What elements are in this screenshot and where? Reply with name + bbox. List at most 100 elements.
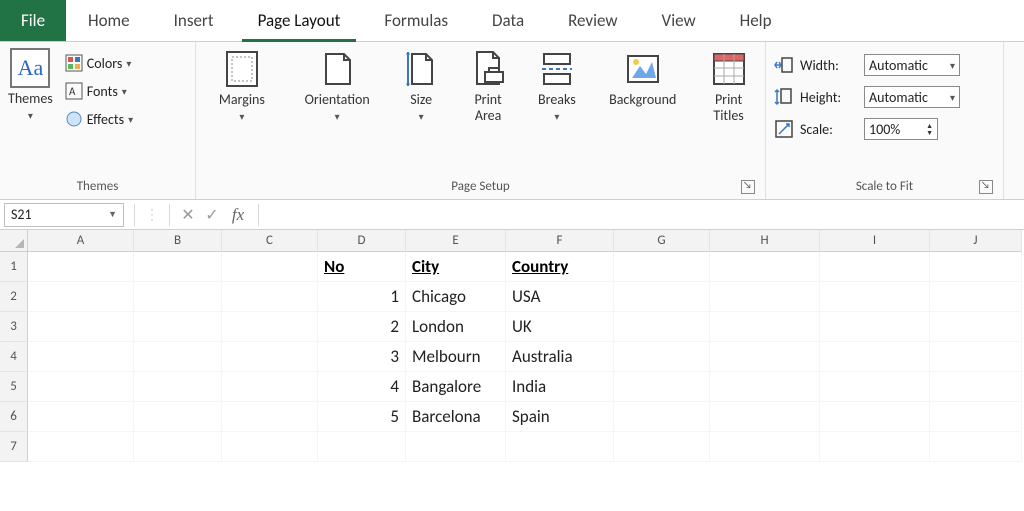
cell[interactable]: [28, 252, 134, 282]
cell[interactable]: [820, 402, 930, 432]
tab-page-layout[interactable]: Page Layout: [236, 0, 363, 41]
cell[interactable]: [222, 252, 318, 282]
cell[interactable]: [614, 312, 710, 342]
tab-file[interactable]: File: [0, 0, 66, 41]
cell[interactable]: Melbourn: [406, 342, 506, 372]
cell[interactable]: [28, 282, 134, 312]
cell[interactable]: [930, 312, 1022, 342]
column-header[interactable]: A: [28, 230, 134, 252]
cell[interactable]: [930, 432, 1022, 462]
cell[interactable]: UK: [506, 312, 614, 342]
cell[interactable]: [710, 252, 820, 282]
cell[interactable]: [28, 342, 134, 372]
cell[interactable]: [222, 402, 318, 432]
effects-dropdown[interactable]: Effects ▾: [65, 106, 133, 132]
scale-to-fit-launcher[interactable]: [979, 180, 993, 194]
cell[interactable]: [134, 342, 222, 372]
cell[interactable]: USA: [506, 282, 614, 312]
column-header[interactable]: F: [506, 230, 614, 252]
column-header[interactable]: B: [134, 230, 222, 252]
margins-button[interactable]: Margins ▾: [204, 48, 280, 123]
tab-data[interactable]: Data: [470, 0, 546, 41]
tab-review[interactable]: Review: [546, 0, 639, 41]
cell[interactable]: Chicago: [406, 282, 506, 312]
column-header[interactable]: D: [318, 230, 406, 252]
cell[interactable]: [614, 432, 710, 462]
row-header[interactable]: 4: [0, 342, 28, 372]
cell[interactable]: [614, 372, 710, 402]
fonts-dropdown[interactable]: A Fonts ▾: [65, 78, 133, 104]
cell[interactable]: [710, 372, 820, 402]
print-titles-button[interactable]: Print Titles: [700, 48, 757, 124]
size-button[interactable]: Size ▾: [395, 48, 448, 123]
column-header[interactable]: G: [614, 230, 710, 252]
themes-button[interactable]: Aa Themes ▾: [8, 48, 53, 122]
cell[interactable]: [406, 432, 506, 462]
cell[interactable]: [134, 312, 222, 342]
cell[interactable]: [710, 432, 820, 462]
cell[interactable]: [222, 282, 318, 312]
page-setup-launcher[interactable]: [741, 180, 755, 194]
cell[interactable]: [28, 372, 134, 402]
spinner-buttons[interactable]: ▲▼: [926, 122, 933, 136]
colors-dropdown[interactable]: Colors ▾: [65, 50, 133, 76]
cell[interactable]: No: [318, 252, 406, 282]
cell[interactable]: City: [406, 252, 506, 282]
cell[interactable]: [820, 282, 930, 312]
cell[interactable]: Country: [506, 252, 614, 282]
cell[interactable]: 1: [318, 282, 406, 312]
cell[interactable]: [820, 312, 930, 342]
cell[interactable]: 2: [318, 312, 406, 342]
spreadsheet-grid[interactable]: 1234567 ABCDEFGHIJ NoCityCountry1Chicago…: [0, 230, 1024, 462]
height-dropdown[interactable]: Automatic ▾: [864, 86, 960, 108]
cell[interactable]: [28, 402, 134, 432]
orientation-button[interactable]: Orientation ▾: [292, 48, 383, 123]
tab-insert[interactable]: Insert: [152, 0, 236, 41]
cell[interactable]: [930, 372, 1022, 402]
cell[interactable]: [710, 342, 820, 372]
cell[interactable]: 5: [318, 402, 406, 432]
row-header[interactable]: 1: [0, 252, 28, 282]
cell[interactable]: [820, 372, 930, 402]
cell[interactable]: Barcelona: [406, 402, 506, 432]
column-header[interactable]: I: [820, 230, 930, 252]
cell[interactable]: India: [506, 372, 614, 402]
row-header[interactable]: 2: [0, 282, 28, 312]
row-header[interactable]: 3: [0, 312, 28, 342]
scale-spinner[interactable]: 100% ▲▼: [864, 118, 938, 140]
cell[interactable]: [614, 282, 710, 312]
cell[interactable]: Australia: [506, 342, 614, 372]
cell[interactable]: [134, 252, 222, 282]
width-dropdown[interactable]: Automatic ▾: [864, 54, 960, 76]
breaks-button[interactable]: Breaks ▾: [528, 48, 585, 123]
cell[interactable]: [614, 252, 710, 282]
cell[interactable]: [930, 342, 1022, 372]
cell[interactable]: [222, 372, 318, 402]
cell[interactable]: [222, 432, 318, 462]
background-button[interactable]: Background: [597, 48, 688, 108]
column-header[interactable]: C: [222, 230, 318, 252]
options-icon[interactable]: ⋮: [141, 206, 163, 223]
cell[interactable]: [506, 432, 614, 462]
cell[interactable]: [134, 432, 222, 462]
cancel-icon[interactable]: ✕: [176, 205, 200, 225]
cell[interactable]: [710, 282, 820, 312]
column-header[interactable]: J: [930, 230, 1022, 252]
cell[interactable]: [820, 432, 930, 462]
cell[interactable]: [820, 342, 930, 372]
cell[interactable]: [134, 402, 222, 432]
cell[interactable]: [820, 252, 930, 282]
fx-icon[interactable]: fx: [224, 205, 252, 225]
tab-view[interactable]: View: [640, 0, 718, 41]
cell[interactable]: [28, 312, 134, 342]
row-header[interactable]: 7: [0, 432, 28, 462]
cell[interactable]: [710, 312, 820, 342]
name-box[interactable]: S21 ▼: [4, 203, 124, 227]
cell[interactable]: [318, 432, 406, 462]
cell[interactable]: [614, 402, 710, 432]
cell[interactable]: 3: [318, 342, 406, 372]
tab-formulas[interactable]: Formulas: [362, 0, 470, 41]
cell[interactable]: [134, 282, 222, 312]
cell[interactable]: [222, 342, 318, 372]
cell[interactable]: [28, 432, 134, 462]
